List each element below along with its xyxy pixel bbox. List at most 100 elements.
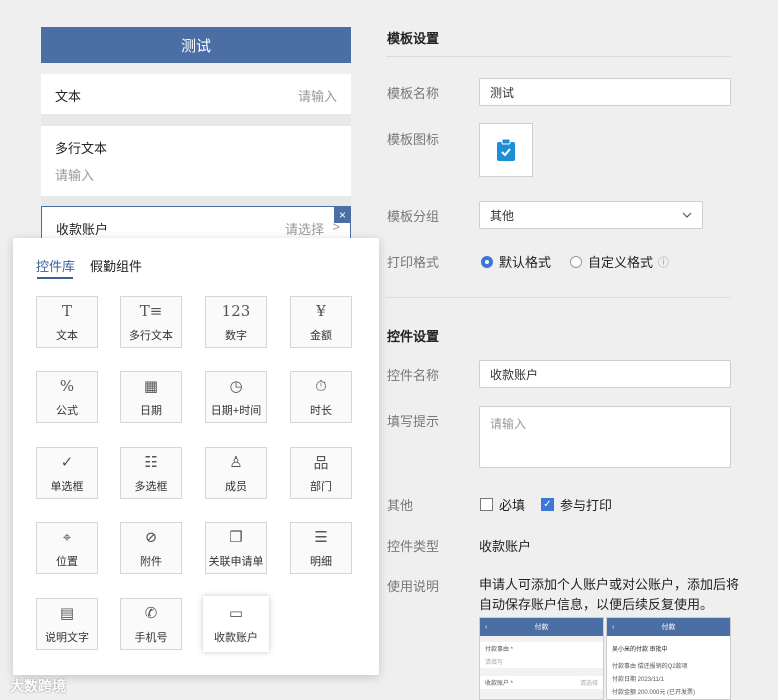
template-name-label: 模板名称	[387, 86, 440, 101]
tile-label: 部门	[310, 481, 332, 493]
control-tile[interactable]: ☷ 多选框	[120, 447, 182, 499]
watermark-logo: 大数跨境	[10, 678, 66, 694]
control-tile[interactable]: T 文本	[36, 296, 98, 348]
tile-label: 多选框	[134, 481, 168, 493]
note-doc-icon: ▤	[59, 604, 75, 622]
print-format-label: 打印格式	[387, 255, 440, 270]
info-icon[interactable]: ⓘ	[658, 254, 669, 270]
calendar-icon: ▦	[143, 377, 159, 395]
tile-label: 数字	[225, 330, 247, 342]
phone-icon: ✆	[144, 604, 158, 622]
control-tile[interactable]: ☰ 明细	[290, 522, 352, 574]
formula-icon: %	[59, 377, 75, 395]
control-tile[interactable]: ♙ 成员	[205, 447, 267, 499]
control-tile[interactable]: ✆ 手机号	[120, 598, 182, 650]
radio-check-icon: ✓	[60, 453, 74, 471]
radio-label: 自定义格式	[588, 255, 654, 270]
sample-line: 付款事由 偿还报销的Q2款项	[612, 664, 688, 670]
template-group-label: 模板分组	[387, 209, 440, 224]
sample-header: ‹ 付款	[607, 618, 730, 636]
tile-label: 收款账户	[214, 632, 258, 644]
control-settings-title: 控件设置	[387, 329, 440, 344]
other-label: 其他	[387, 498, 414, 513]
sample-line: 付款事由 *	[485, 647, 514, 653]
radio-default-format[interactable]: 默认格式	[481, 252, 551, 271]
control-type-label: 控件类型	[387, 539, 440, 554]
template-icon-picker[interactable]	[479, 123, 533, 177]
remove-field-close-icon[interactable]: ×	[334, 206, 351, 223]
template-name-input[interactable]: 测试	[479, 78, 731, 106]
tile-label: 时长	[310, 405, 332, 417]
sample-line: 请选择	[579, 681, 598, 687]
sample-line: 付款日期 2023/11/1	[612, 677, 664, 683]
tile-label: 文本	[56, 330, 78, 342]
control-palette: 控件库 假勤组件 T 文本 T≡ 多行文本 123 数字 ¥ 金额 % 公式 ▦ 日期 ◷ 日期+时间 ⏱ 时…	[13, 238, 379, 675]
org-chart-icon: 品	[313, 453, 329, 472]
tile-label: 说明文字	[45, 632, 89, 644]
paperclip-icon: ⊘	[144, 528, 158, 546]
tile-label: 手机号	[134, 632, 168, 644]
control-tile[interactable]: 品部门	[290, 447, 352, 499]
field-label: 收款账户	[56, 222, 109, 237]
person-icon: ♙	[229, 453, 243, 471]
preview-field-text[interactable]: 文本 请输入	[41, 74, 351, 114]
field-placeholder: 请选择	[284, 222, 324, 237]
control-tile[interactable]: T≡ 多行文本	[120, 296, 182, 348]
usage-description: 申请人可添加个人账户或对公账户，添加后将自动保存账户信息，以便后续反复使用。	[479, 577, 740, 612]
template-settings-title: 模板设置	[387, 31, 440, 46]
control-tile[interactable]: ⊘ 附件	[120, 522, 182, 574]
print-participate-checkbox[interactable]: ✓ 参与打印	[541, 495, 612, 514]
control-tile[interactable]: ✓ 单选框	[36, 447, 98, 499]
back-icon: ‹	[485, 623, 488, 631]
control-tile[interactable]: ▤ 说明文字	[36, 598, 98, 650]
preview-separator	[41, 196, 351, 206]
checklist-icon: ☷	[144, 453, 158, 471]
radio-dot	[481, 255, 493, 268]
sample-screen-right: ‹ 付款 吴小米的付款 审批中 付款事由 偿还报销的Q2款项 付款日期 2023…	[606, 617, 731, 700]
back-icon: ‹	[612, 623, 615, 631]
radio-label: 默认格式	[499, 255, 552, 270]
control-tile[interactable]: ◷ 日期+时间	[205, 371, 267, 423]
tab-leave-components[interactable]: 假勤组件	[90, 256, 142, 275]
text-icon: T	[61, 302, 72, 320]
tile-label: 成员	[225, 481, 247, 493]
template-icon-label: 模板图标	[387, 132, 440, 147]
tile-label: 关联申请单	[208, 556, 264, 568]
control-tile[interactable]: ❐ 关联申请单	[205, 522, 267, 574]
tile-label: 附件	[140, 556, 162, 568]
hint-label: 填写提示	[387, 414, 440, 429]
control-tile[interactable]: ⏱ 时长	[290, 371, 352, 423]
clipboard-check-icon	[497, 138, 515, 161]
tab-control-library[interactable]: 控件库	[36, 256, 75, 275]
sample-line: 收款账户 *	[485, 681, 514, 687]
field-label: 文本	[55, 89, 82, 104]
field-placeholder: 请输入	[55, 168, 95, 183]
linked-form-icon: ❐	[229, 528, 243, 546]
control-tile[interactable]: 123 数字	[205, 296, 267, 348]
hint-textarea[interactable]: 请输入	[479, 406, 731, 468]
template-group-select[interactable]: 其他	[479, 201, 703, 229]
preview-field-multiline[interactable]: 多行文本 请输入	[41, 126, 351, 196]
control-tile[interactable]: ¥ 金额	[290, 296, 352, 348]
radio-custom-format[interactable]: 自定义格式 ⓘ	[570, 252, 669, 271]
sample-user-line: 吴小米的付款 审批中	[612, 647, 668, 653]
location-pin-icon: ⌖	[62, 528, 72, 546]
divider	[386, 56, 731, 57]
control-name-label: 控件名称	[387, 368, 440, 383]
yen-icon: ¥	[316, 302, 326, 320]
calendar-clock-icon: ◷	[229, 377, 243, 395]
required-checkbox[interactable]: 必填	[480, 495, 525, 514]
select-value: 其他	[490, 208, 515, 223]
tile-label: 单选框	[50, 481, 84, 493]
control-tile[interactable]: ▦ 日期	[120, 371, 182, 423]
sample-header: ‹ 付款	[480, 618, 603, 636]
sample-title: 付款	[661, 624, 676, 631]
control-tile[interactable]: % 公式	[36, 371, 98, 423]
control-tile[interactable]: ▭ 收款账户	[203, 596, 269, 652]
chevron-down-icon	[682, 212, 692, 218]
tile-label: 位置	[56, 556, 78, 568]
tile-label: 多行文本	[129, 330, 173, 342]
control-name-input[interactable]: 收款账户	[479, 360, 731, 388]
usage-label: 使用说明	[387, 579, 440, 594]
control-tile[interactable]: ⌖ 位置	[36, 522, 98, 574]
